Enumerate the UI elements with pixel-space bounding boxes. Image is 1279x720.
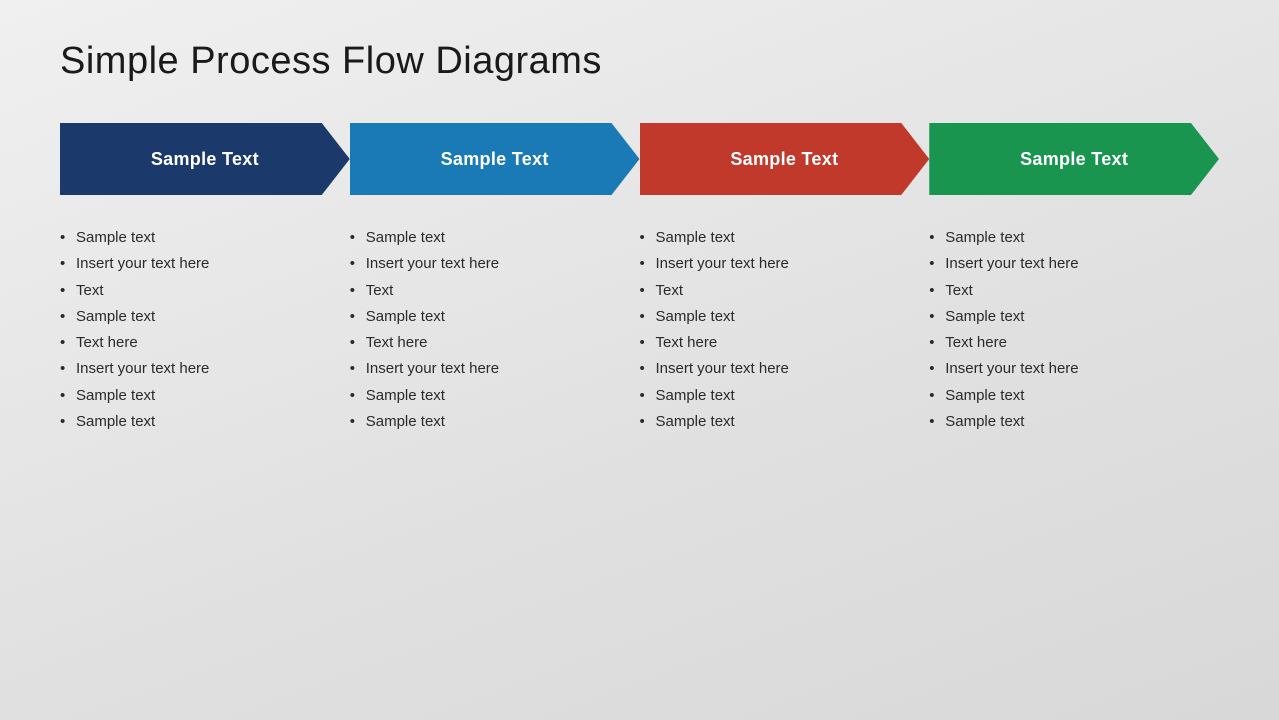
list-column-4: Sample text Insert your text here Text S… (929, 225, 1219, 435)
list-item: Sample text (640, 409, 922, 435)
list-item: Sample text (640, 383, 922, 409)
slide: Simple Process Flow Diagrams Sample Text… (0, 0, 1279, 720)
list-column-3: Sample text Insert your text here Text S… (640, 225, 930, 435)
chevron-step-1[interactable]: Sample Text (60, 123, 350, 195)
list-item: Insert your text here (640, 356, 922, 382)
list-item: Sample text (929, 225, 1211, 251)
list-item: Text here (60, 330, 342, 356)
list-item: Sample text (350, 304, 632, 330)
chevron-label-3: Sample Text (730, 149, 838, 170)
list-item: Insert your text here (60, 356, 342, 382)
list-item: Text (640, 278, 922, 304)
chevron-label-4: Sample Text (1020, 149, 1128, 170)
bullet-list-4: Sample text Insert your text here Text S… (929, 225, 1211, 435)
list-item: Sample text (350, 225, 632, 251)
list-item: Sample text (60, 383, 342, 409)
bullet-list-2: Sample text Insert your text here Text S… (350, 225, 632, 435)
list-item: Sample text (929, 409, 1211, 435)
chevron-wrapper-3: Sample Text (640, 123, 930, 195)
lists-row: Sample text Insert your text here Text S… (60, 225, 1219, 435)
chevron-wrapper-2: Sample Text (350, 123, 640, 195)
list-item: Sample text (640, 225, 922, 251)
bullet-list-3: Sample text Insert your text here Text S… (640, 225, 922, 435)
list-item: Text here (640, 330, 922, 356)
list-item: Text (929, 278, 1211, 304)
list-item: Sample text (350, 383, 632, 409)
list-item: Sample text (929, 304, 1211, 330)
chevron-step-4[interactable]: Sample Text (929, 123, 1219, 195)
chevron-row: Sample Text Sample Text Sample Text Samp… (60, 123, 1219, 195)
bullet-list-1: Sample text Insert your text here Text S… (60, 225, 342, 435)
list-item: Text (350, 278, 632, 304)
list-item: Text here (929, 330, 1211, 356)
list-item: Text (60, 278, 342, 304)
list-item: Sample text (60, 304, 342, 330)
chevron-wrapper-4: Sample Text (929, 123, 1219, 195)
list-item: Sample text (60, 409, 342, 435)
list-column-1: Sample text Insert your text here Text S… (60, 225, 350, 435)
chevron-step-3[interactable]: Sample Text (640, 123, 930, 195)
chevron-wrapper-1: Sample Text (60, 123, 350, 195)
list-item: Insert your text here (350, 251, 632, 277)
list-item: Sample text (929, 383, 1211, 409)
list-item: Sample text (60, 225, 342, 251)
list-item: Insert your text here (60, 251, 342, 277)
list-item: Insert your text here (350, 356, 632, 382)
chevron-label-2: Sample Text (441, 149, 549, 170)
chevron-step-2[interactable]: Sample Text (350, 123, 640, 195)
list-item: Sample text (350, 409, 632, 435)
list-item: Insert your text here (640, 251, 922, 277)
list-item: Insert your text here (929, 356, 1211, 382)
chevron-label-1: Sample Text (151, 149, 259, 170)
list-item: Text here (350, 330, 632, 356)
list-item: Insert your text here (929, 251, 1211, 277)
page-title: Simple Process Flow Diagrams (60, 40, 1219, 83)
list-item: Sample text (640, 304, 922, 330)
list-column-2: Sample text Insert your text here Text S… (350, 225, 640, 435)
